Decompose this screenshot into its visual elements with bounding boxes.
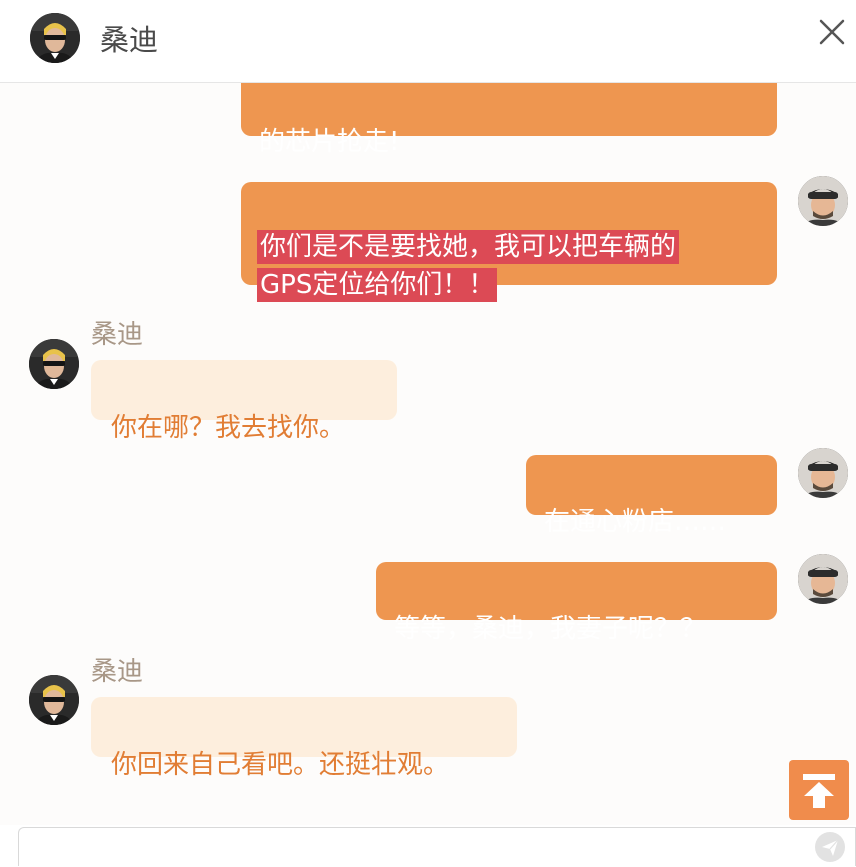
chat-header: 桑迪	[0, 0, 856, 83]
message-bubble-outgoing[interactable]: 在通心粉店……	[526, 455, 777, 537]
contact-avatar[interactable]	[29, 675, 79, 725]
message-text: 的芯片抢走!	[259, 127, 400, 157]
chat-title: 桑迪	[100, 23, 159, 57]
scroll-to-top-button[interactable]	[789, 760, 849, 820]
close-button[interactable]	[812, 12, 852, 52]
message-text: 等等，桑迪，我妻子呢？？	[394, 614, 707, 644]
send-button[interactable]	[814, 831, 846, 863]
message-bubble-outgoing[interactable]: 等等，桑迪，我妻子呢？？	[376, 562, 777, 644]
message-input[interactable]	[18, 827, 856, 866]
message-text: 你在哪？我去找你。	[111, 413, 346, 443]
message-text: 你回来自己看吧。还挺壮观。	[111, 750, 450, 780]
message-text: 在通心粉店……	[544, 507, 727, 537]
contact-avatar[interactable]	[29, 339, 79, 389]
close-icon[interactable]	[812, 12, 852, 52]
my-avatar[interactable]	[798, 448, 848, 498]
arrow-up-to-top-icon	[803, 774, 835, 808]
message-bubble-incoming[interactable]: 你回来自己看吧。还挺壮观。	[91, 697, 517, 780]
contact-avatar[interactable]	[30, 13, 80, 63]
message-bubble-outgoing[interactable]: 你们是不是要找她，我可以把车辆的 GPS定位给你们！！	[241, 182, 777, 302]
message-bubble-outgoing[interactable]: 的芯片抢走!	[241, 83, 777, 157]
sender-name: 桑迪	[91, 657, 144, 687]
message-list[interactable]: 的芯片抢走! 你们是不是要找她，我可以把车辆的 GPS定位给你们！！ 桑迪 你在…	[0, 83, 856, 825]
sender-name: 桑迪	[91, 320, 144, 350]
message-text: 你们是不是要找她，我可以把车辆的 GPS定位给你们！！	[257, 230, 680, 302]
my-avatar[interactable]	[798, 554, 848, 604]
message-bubble-incoming[interactable]: 你在哪？我去找你。	[91, 360, 397, 443]
send-icon[interactable]	[814, 831, 846, 863]
my-avatar[interactable]	[798, 176, 848, 226]
